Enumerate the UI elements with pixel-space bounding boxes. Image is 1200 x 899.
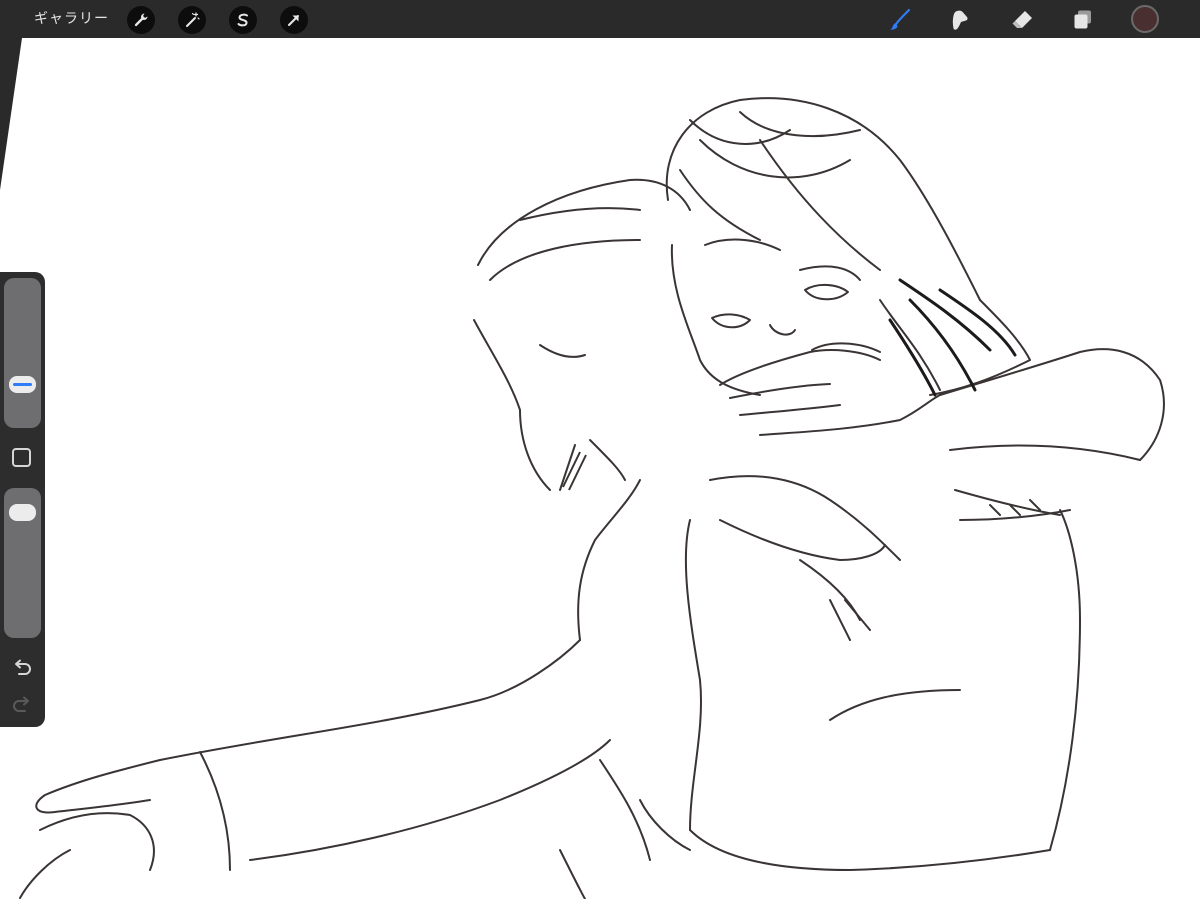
selection-s-icon[interactable] <box>229 6 257 34</box>
brush-icon[interactable] <box>886 6 914 34</box>
left-sidebar <box>0 272 45 727</box>
layers-icon[interactable] <box>1069 6 1097 34</box>
redo-icon[interactable] <box>11 694 33 716</box>
wrench-icon[interactable] <box>127 6 155 34</box>
top-toolbar: ギャラリー <box>0 0 1200 38</box>
undo-icon[interactable] <box>11 657 33 679</box>
transform-arrow-icon[interactable] <box>280 6 308 34</box>
canvas-frame-edge <box>0 38 22 190</box>
opacity-slider[interactable] <box>4 488 41 638</box>
magic-wand-icon[interactable] <box>178 6 206 34</box>
opacity-handle[interactable] <box>9 503 36 521</box>
line-art-drawing <box>0 38 1165 899</box>
drawing-canvas[interactable] <box>0 38 1200 899</box>
color-swatch[interactable] <box>1131 5 1159 33</box>
brush-size-handle[interactable] <box>9 376 36 394</box>
brush-size-slider[interactable] <box>4 278 41 428</box>
smudge-icon[interactable] <box>946 6 974 34</box>
modify-square-icon[interactable] <box>12 448 31 467</box>
eraser-icon[interactable] <box>1008 6 1036 34</box>
gallery-button[interactable]: ギャラリー <box>34 9 109 29</box>
